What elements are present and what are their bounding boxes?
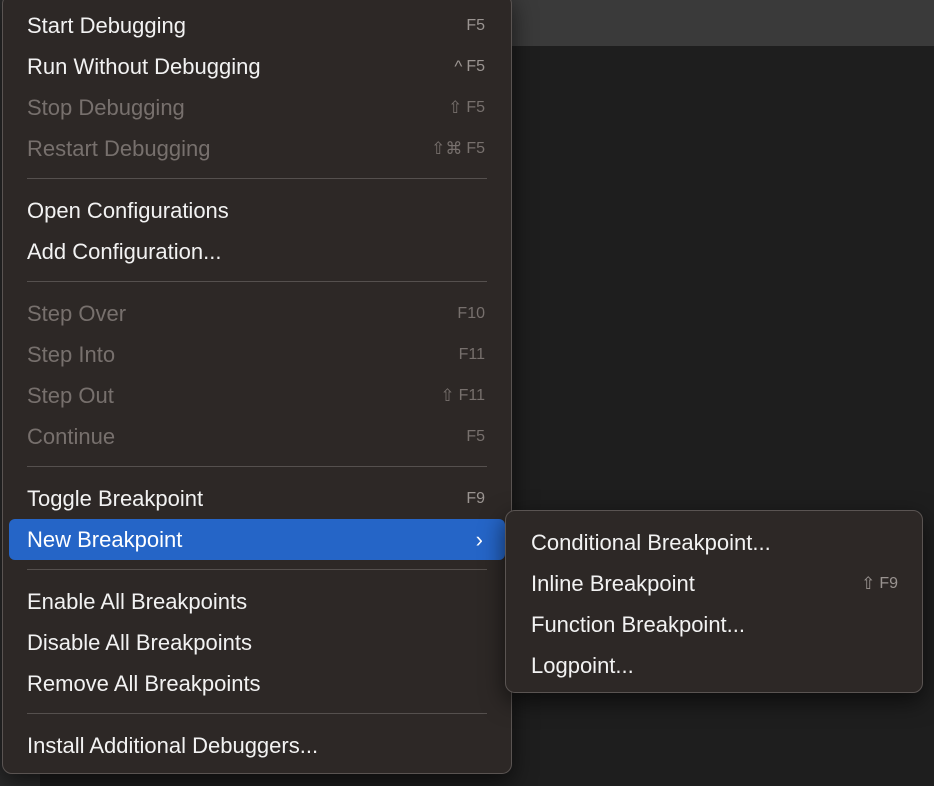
menu-item-shortcut: ⇧⌘ F5 [431, 138, 485, 158]
run-menu: Start Debugging F5 Run Without Debugging… [2, 0, 512, 774]
menu-item-shortcut: ^ F5 [454, 56, 485, 76]
menu-item-remove-all-breakpoints[interactable]: Remove All Breakpoints [9, 663, 505, 704]
menu-item-label: Open Configurations [27, 197, 229, 223]
shift-command-key-icon: ⇧⌘ [431, 138, 463, 158]
menu-item-label: Enable All Breakpoints [27, 588, 248, 614]
menu-item-label: Continue [27, 423, 116, 449]
menu-item-shortcut: F5 [466, 16, 485, 34]
menu-item-enable-all-breakpoints[interactable]: Enable All Breakpoints [9, 581, 505, 622]
menu-item-step-out: Step Out ⇧ F11 [9, 375, 505, 416]
menu-item-label: Stop Debugging [27, 94, 185, 120]
control-key-icon: ^ [454, 56, 463, 76]
menu-item-shortcut: F9 [466, 489, 485, 507]
menu-item-label: Disable All Breakpoints [27, 629, 253, 655]
menu-item-label: Step Over [27, 300, 127, 326]
menu-item-open-configurations[interactable]: Open Configurations [9, 190, 505, 231]
chevron-right-icon: › [475, 526, 483, 552]
menu-item-step-into: Step Into F11 [9, 334, 505, 375]
menu-separator [27, 281, 487, 282]
menu-item-shortcut: ⇧ F5 [448, 97, 485, 117]
menu-item-step-over: Step Over F10 [9, 293, 505, 334]
menu-item-label: Step Into [27, 341, 116, 367]
menu-separator [27, 178, 487, 179]
menu-item-label: Install Additional Debuggers... [27, 732, 319, 758]
menu-item-label: Conditional Breakpoint... [531, 529, 771, 555]
shift-key-icon: ⇧ [861, 573, 876, 593]
submenu-item-inline-breakpoint[interactable]: Inline Breakpoint ⇧ F9 [512, 563, 916, 604]
menu-item-add-configuration[interactable]: Add Configuration... [9, 231, 505, 272]
menu-item-restart-debugging: Restart Debugging ⇧⌘ F5 [9, 128, 505, 169]
submenu-item-function-breakpoint[interactable]: Function Breakpoint... [512, 604, 916, 645]
menu-separator [27, 569, 487, 570]
menu-item-continue: Continue F5 [9, 416, 505, 457]
menu-separator [27, 713, 487, 714]
menu-item-start-debugging[interactable]: Start Debugging F5 [9, 5, 505, 46]
menu-item-label: Add Configuration... [27, 238, 222, 264]
menu-item-label: New Breakpoint [27, 526, 183, 552]
menu-item-stop-debugging: Stop Debugging ⇧ F5 [9, 87, 505, 128]
menu-item-label: Logpoint... [531, 652, 634, 678]
menu-item-label: Function Breakpoint... [531, 611, 746, 637]
menu-item-shortcut: F11 [458, 345, 485, 363]
menu-item-shortcut: ⇧ F9 [861, 573, 898, 593]
menu-item-label: Toggle Breakpoint [27, 485, 204, 511]
menu-item-label: Step Out [27, 382, 114, 408]
menu-item-label: Restart Debugging [27, 135, 211, 161]
menu-item-label: Inline Breakpoint [531, 570, 695, 596]
menu-item-new-breakpoint[interactable]: New Breakpoint › [9, 519, 505, 560]
new-breakpoint-submenu: Conditional Breakpoint... Inline Breakpo… [505, 510, 923, 693]
menu-item-shortcut: ⇧ F11 [440, 385, 485, 405]
menu-item-label: Run Without Debugging [27, 53, 261, 79]
shift-key-icon: ⇧ [440, 385, 455, 405]
menu-item-shortcut: F5 [466, 427, 485, 445]
submenu-item-logpoint[interactable]: Logpoint... [512, 645, 916, 686]
menu-item-run-without-debugging[interactable]: Run Without Debugging ^ F5 [9, 46, 505, 87]
menu-item-disable-all-breakpoints[interactable]: Disable All Breakpoints [9, 622, 505, 663]
menu-item-shortcut: F10 [457, 304, 485, 322]
menu-item-label: Start Debugging [27, 12, 186, 38]
shift-key-icon: ⇧ [448, 97, 463, 117]
menu-item-install-additional-debuggers[interactable]: Install Additional Debuggers... [9, 725, 505, 766]
submenu-item-conditional-breakpoint[interactable]: Conditional Breakpoint... [512, 522, 916, 563]
menu-item-label: Remove All Breakpoints [27, 670, 261, 696]
menu-separator [27, 466, 487, 467]
menu-item-toggle-breakpoint[interactable]: Toggle Breakpoint F9 [9, 478, 505, 519]
